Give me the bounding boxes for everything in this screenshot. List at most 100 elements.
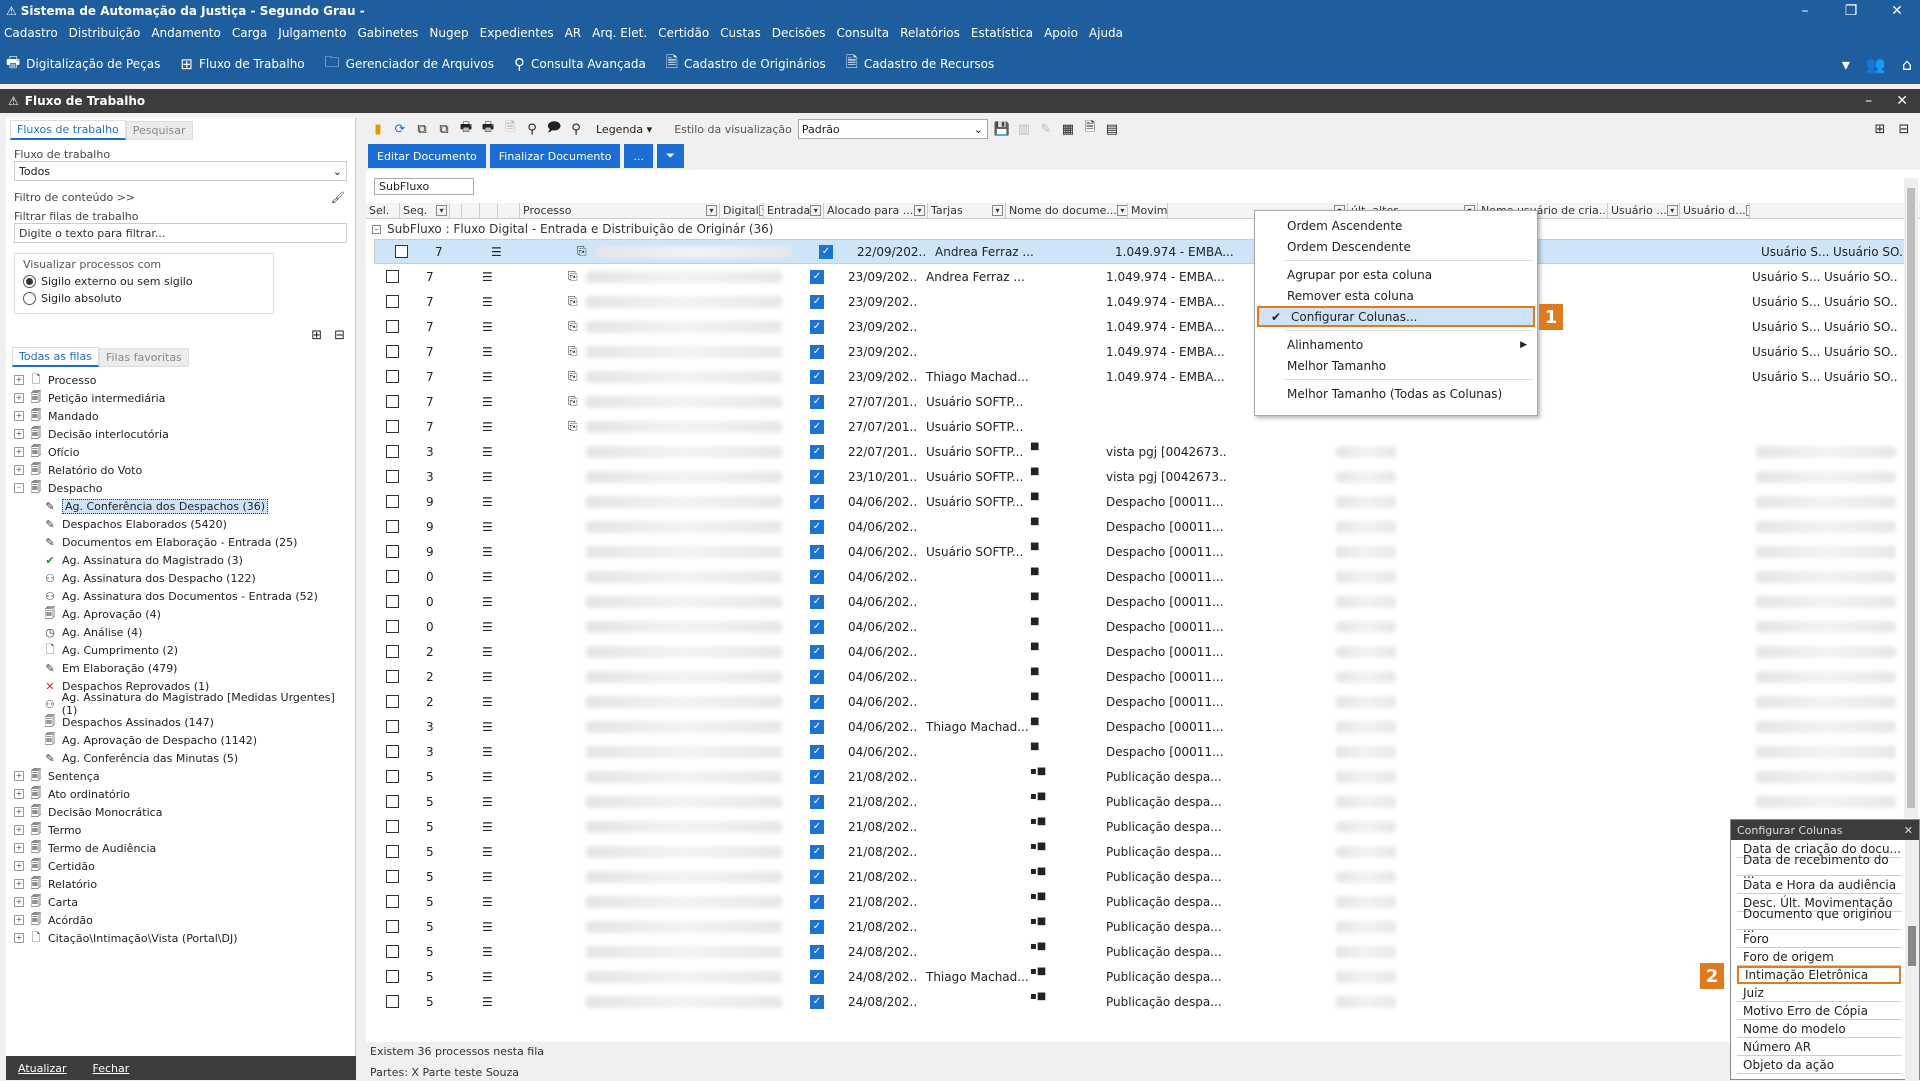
document-icon[interactable]: 🗎: [502, 118, 518, 140]
table-row[interactable]: 5☰✓21/08/202...▪■Publicação despa...: [366, 889, 1920, 914]
tab-fluxos[interactable]: Fluxos de trabalho: [10, 120, 126, 140]
edit-icon[interactable]: ✎: [1038, 122, 1054, 137]
table-row[interactable]: 7☰⎘✓23/09/202...1.049.974 - EMBA...Usuár…: [366, 339, 1920, 364]
table-row[interactable]: 9☰✓04/06/202...Usuário SOFTP...■Despacho…: [366, 489, 1920, 514]
cfg-column-item[interactable]: Data e Hora da audiência: [1737, 876, 1901, 894]
print-icon[interactable]: 🖶: [480, 118, 496, 140]
digital-checkbox[interactable]: ✓: [810, 795, 824, 809]
column-header[interactable]: Nome do docume...▾: [1006, 203, 1128, 218]
expand-icon[interactable]: +: [14, 897, 24, 907]
table-row[interactable]: 0☰✓04/06/202...■Despacho [00011...: [366, 614, 1920, 639]
cfg-column-item[interactable]: Foro de origem: [1737, 948, 1901, 966]
tree-queue-item[interactable]: ⚇Ag. Assinatura dos Documentos - Entrada…: [14, 587, 347, 605]
finalizar-documento-button[interactable]: Finalizar Documento: [490, 144, 621, 168]
fechar-button[interactable]: Fechar: [93, 1062, 130, 1075]
menu-lines-icon[interactable]: ☰: [482, 395, 493, 409]
row-checkbox[interactable]: [386, 845, 399, 858]
row-checkbox[interactable]: [386, 295, 399, 308]
table-row[interactable]: 5☰✓21/08/202...▪■Publicação despa...: [366, 814, 1920, 839]
tree-queue-item[interactable]: 🗐Ag. Aprovação (4): [14, 605, 347, 623]
table-row[interactable]: 5☰✓21/08/202...▪■Publicação despa...: [366, 839, 1920, 864]
users-icon[interactable]: 👥: [1866, 55, 1886, 74]
collapse-icon[interactable]: –: [372, 225, 381, 234]
filter-dropdown-icon[interactable]: ▾: [1746, 205, 1750, 216]
expand-icon[interactable]: +: [14, 843, 24, 853]
menu-lines-icon[interactable]: ☰: [482, 895, 493, 909]
delete-icon[interactable]: ▥: [1016, 122, 1032, 137]
digital-checkbox[interactable]: ✓: [810, 670, 824, 684]
cfg-column-item[interactable]: Motivo Erro de Cópia: [1737, 1002, 1901, 1020]
filter-dropdown-icon[interactable]: ▾: [992, 205, 1003, 216]
filter-dropdown-icon[interactable]: ▾: [436, 205, 447, 216]
menu-item[interactable]: Julgamento: [278, 26, 346, 40]
restore-icon[interactable]: ❐: [1828, 3, 1874, 19]
cfg-column-item[interactable]: Objeto da ação: [1737, 1056, 1901, 1074]
digital-checkbox[interactable]: ✓: [810, 520, 824, 534]
table-row[interactable]: 3☰✓22/07/201...Usuário SOFTP...■vista pg…: [366, 439, 1920, 464]
tab-filas-favoritas[interactable]: Filas favoritas: [99, 348, 189, 367]
row-checkbox[interactable]: [386, 570, 399, 583]
tree-node[interactable]: +🗐Sentença: [14, 767, 347, 785]
digital-checkbox[interactable]: ✓: [810, 570, 824, 584]
column-header[interactable]: Alocado para ...▾: [824, 203, 928, 218]
expand-icon[interactable]: +: [14, 861, 24, 871]
close-icon[interactable]: ✕: [1904, 824, 1913, 837]
digital-checkbox[interactable]: ✓: [810, 920, 824, 934]
expand-icon[interactable]: +: [14, 375, 24, 385]
menu-item[interactable]: Arq. Elet.: [592, 26, 647, 40]
tree-queue-item[interactable]: ⚇Ag. Assinatura dos Despacho (122): [14, 569, 347, 587]
menu-lines-icon[interactable]: ☰: [482, 645, 493, 659]
row-checkbox[interactable]: [386, 345, 399, 358]
tree-node[interactable]: +🗐Decisão interlocutória: [14, 425, 347, 443]
menu-lines-icon[interactable]: ☰: [482, 320, 493, 334]
menu-lines-icon[interactable]: ☰: [482, 470, 493, 484]
row-checkbox[interactable]: [386, 770, 399, 783]
menu-remover-coluna[interactable]: Remover esta coluna: [1255, 285, 1537, 306]
expand-icon[interactable]: +: [14, 879, 24, 889]
table-row[interactable]: 5☰✓21/08/202...▪■Publicação despa...: [366, 764, 1920, 789]
filtrar-input[interactable]: Digite o texto para filtrar...: [14, 223, 347, 243]
table-row[interactable]: 7☰⎘✓27/07/201...Usuário SOFTP...: [366, 389, 1920, 414]
tree-node[interactable]: –🗐Despacho: [14, 479, 347, 497]
radio-sigilo-absoluto[interactable]: Sigilo absoluto: [23, 292, 265, 305]
menu-lines-icon[interactable]: ☰: [482, 920, 493, 934]
table-row[interactable]: 2☰✓04/06/202...■Despacho [00011...: [366, 639, 1920, 664]
menu-lines-icon[interactable]: ☰: [482, 545, 493, 559]
menu-ordem-descendente[interactable]: Ordem Descendente: [1255, 236, 1537, 257]
tree-node[interactable]: +🗐Termo de Audiência: [14, 839, 347, 857]
menu-item[interactable]: Estatística: [971, 26, 1033, 40]
group-row[interactable]: –SubFluxo : Fluxo Digital - Entrada e Di…: [366, 219, 1920, 239]
menu-alinhamento[interactable]: Alinhamento▶: [1255, 334, 1537, 355]
table-row[interactable]: 2☰✓04/06/202...■Despacho [00011...: [366, 664, 1920, 689]
table-row[interactable]: 9☰✓04/06/202...■Despacho [00011...: [366, 514, 1920, 539]
table-row[interactable]: 7☰⎘✓23/09/202...1.049.974 - EMBA...Usuár…: [366, 289, 1920, 314]
menu-lines-icon[interactable]: ☰: [482, 770, 493, 784]
row-checkbox[interactable]: [386, 870, 399, 883]
table-row[interactable]: 7☰⎘✓27/07/201...Usuário SOFTP...: [366, 414, 1920, 439]
expand-icon[interactable]: +: [14, 771, 24, 781]
tree-queue-item[interactable]: ✎Ag. Conferência das Minutas (5): [14, 749, 347, 767]
expand-icon[interactable]: +: [14, 915, 24, 925]
menu-lines-icon[interactable]: ☰: [482, 495, 493, 509]
menu-ordem-ascendente[interactable]: Ordem Ascendente: [1255, 215, 1537, 236]
link-icon[interactable]: ⎘: [568, 319, 578, 334]
digital-checkbox[interactable]: ✓: [810, 870, 824, 884]
menu-lines-icon[interactable]: ☰: [482, 270, 493, 284]
column-header[interactable]: Digital▾: [720, 203, 764, 218]
toolbar-recursos[interactable]: 🗎Cadastro de Recursos: [846, 52, 995, 77]
refresh-icon[interactable]: ⟳: [392, 122, 408, 137]
digital-checkbox[interactable]: ✓: [810, 270, 824, 284]
row-checkbox[interactable]: [386, 595, 399, 608]
tree-queue-item[interactable]: ✎Documentos em Elaboração - Entrada (25): [14, 533, 347, 551]
row-checkbox[interactable]: [386, 645, 399, 658]
find-icon[interactable]: ⚲: [524, 122, 540, 137]
menu-item[interactable]: Decisões: [772, 26, 826, 40]
menu-lines-icon[interactable]: ☰: [482, 820, 493, 834]
menu-lines-icon[interactable]: ☰: [482, 295, 493, 309]
digital-checkbox[interactable]: ✓: [810, 745, 824, 759]
menu-configurar-colunas[interactable]: ✔Configurar Colunas...: [1257, 306, 1535, 327]
column-header[interactable]: Sel.: [366, 203, 400, 218]
editar-documento-button[interactable]: Editar Documento: [368, 144, 486, 168]
estilo-select[interactable]: Padrão⌄: [798, 119, 988, 139]
expand-icon[interactable]: +: [14, 825, 24, 835]
